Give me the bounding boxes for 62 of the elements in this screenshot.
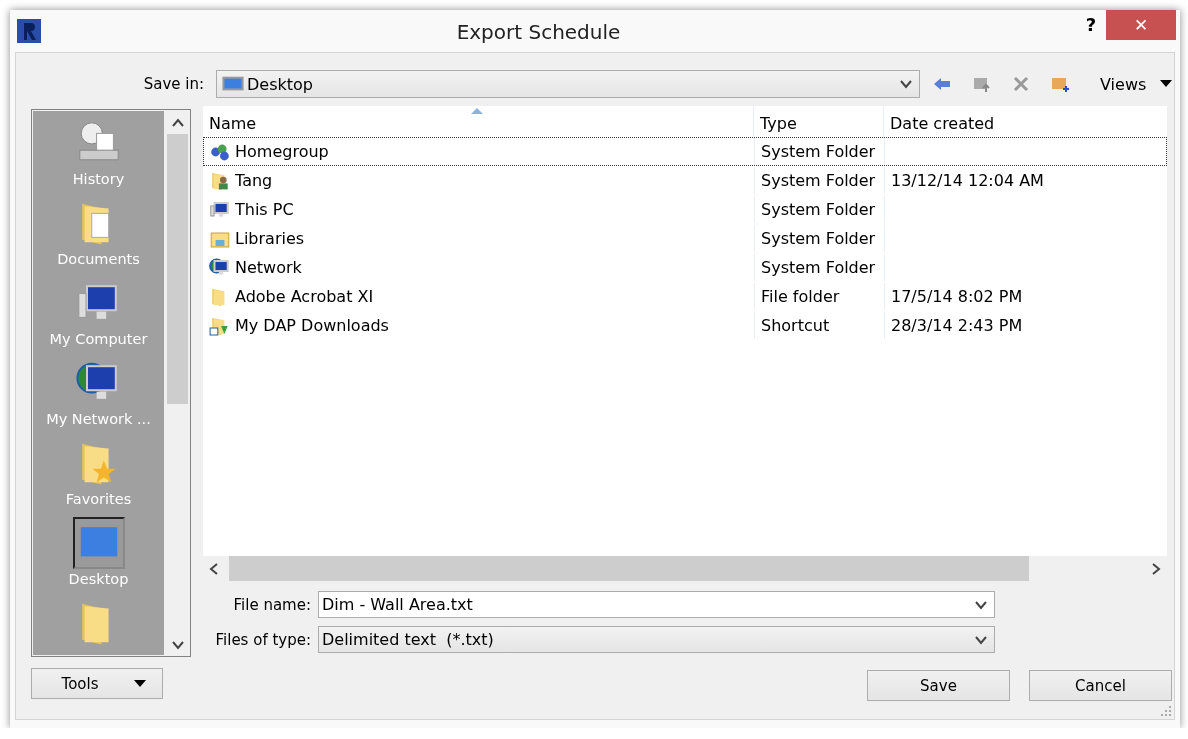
- file-type-label: Files of type:: [214, 630, 312, 649]
- file-name: Libraries: [235, 229, 305, 248]
- desktop-icon: [221, 75, 245, 93]
- dropdown-arrow-icon: [1160, 80, 1173, 88]
- dropdown-chevron-icon: [974, 599, 988, 610]
- file-name: Homegroup: [235, 142, 329, 161]
- save-in-dropdown[interactable]: Desktop: [216, 70, 920, 98]
- file-type-dropdown[interactable]: Delimited text (*.txt): [318, 626, 995, 653]
- save-in-label: Save in:: [142, 75, 205, 93]
- up-folder-icon: [972, 75, 992, 93]
- scroll-left-icon: [209, 561, 219, 576]
- dropdown-chevron-icon: [899, 79, 913, 89]
- file-name: Tang: [235, 171, 273, 190]
- file-row[interactable]: Adobe Acrobat XI File folder 17/5/14 8:02 PM: [203, 282, 1167, 311]
- column-header[interactable]: Type: [754, 106, 884, 137]
- file-name: Adobe Acrobat XI: [235, 287, 374, 306]
- sort-arrow-icon: [471, 108, 483, 114]
- delete-icon: [1012, 75, 1030, 93]
- window-title: Export Schedule: [455, 19, 622, 44]
- file-type: System Folder: [761, 171, 876, 190]
- help-button[interactable]: ?: [1076, 14, 1106, 35]
- dropdown-chevron-icon: [974, 634, 988, 645]
- dropdown-arrow-icon: [134, 679, 147, 688]
- file-type: System Folder: [761, 229, 876, 248]
- file-type: File folder: [761, 287, 840, 306]
- file-row[interactable]: Homegroup System Folder: [203, 137, 1167, 166]
- scroll-right-icon: [1151, 561, 1161, 576]
- back-arrow-icon: [932, 75, 952, 93]
- column-header[interactable]: Name: [203, 106, 754, 137]
- file-type: System Folder: [761, 200, 876, 219]
- close-button[interactable]: ✕: [1106, 10, 1176, 40]
- file-date: 13/12/14 12:04 AM: [891, 171, 1044, 190]
- scroll-thumb[interactable]: [229, 556, 1029, 581]
- column-header[interactable]: Date created: [884, 106, 1167, 137]
- globe-computer-icon: [209, 257, 231, 278]
- app-logo-icon: [17, 19, 41, 43]
- file-row[interactable]: Tang System Folder 13/12/14 12:04 AM: [203, 166, 1167, 195]
- file-row[interactable]: My DAP Downloads Shortcut 28/3/14 2:43 PM: [203, 311, 1167, 340]
- file-name: This PC: [235, 200, 294, 219]
- resize-grip-icon: [1160, 705, 1172, 717]
- file-date: 17/5/14 8:02 PM: [891, 287, 1023, 306]
- scroll-thumb[interactable]: [167, 134, 188, 404]
- file-row[interactable]: Libraries System Folder: [203, 224, 1167, 253]
- scroll-down-icon: [170, 640, 185, 650]
- tools-button[interactable]: Tools: [31, 668, 163, 699]
- new-folder-icon: [1050, 75, 1070, 93]
- views-button[interactable]: Views: [1100, 74, 1173, 94]
- file-name: Network: [235, 258, 302, 277]
- file-type: System Folder: [761, 142, 876, 161]
- scroll-up-icon: [170, 118, 185, 128]
- file-type: Shortcut: [761, 316, 830, 335]
- file-row[interactable]: Network System Folder: [203, 253, 1167, 282]
- file-date: 28/3/14 2:43 PM: [891, 316, 1023, 335]
- save-button[interactable]: Save: [867, 670, 1010, 701]
- cancel-button[interactable]: Cancel: [1029, 670, 1172, 701]
- file-row[interactable]: This PC System Folder: [203, 195, 1167, 224]
- file-name: My DAP Downloads: [235, 316, 389, 335]
- computer-icon: [209, 199, 231, 220]
- file-type: System Folder: [761, 258, 876, 277]
- user-folder-icon: [209, 170, 231, 191]
- file-name-field[interactable]: Dim - Wall Area.txt: [318, 591, 995, 618]
- file-name-label: File name:: [232, 595, 312, 614]
